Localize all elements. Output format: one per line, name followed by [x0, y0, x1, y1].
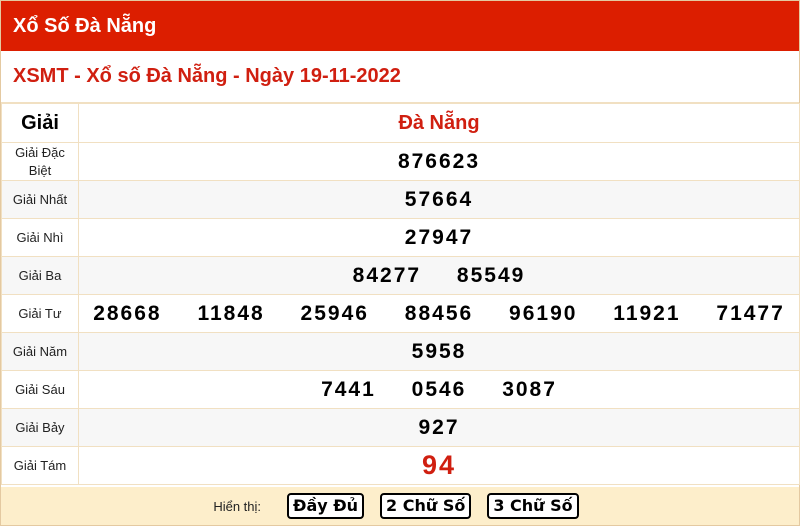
results-title-text: XSMT - Xổ số Đà Nẵng - Ngày 19-11-2022	[13, 65, 401, 87]
table-row: Giải Tư 28668 11848 25946 88456 96190 11…	[1, 294, 800, 333]
column-header-province: Đà Nẵng	[78, 103, 800, 143]
prize-number: 94	[421, 450, 457, 480]
display-label: Hiển thị:	[213, 498, 262, 514]
column-header-prize: Giải	[1, 103, 79, 143]
prize-label: Giải Sáu	[1, 370, 79, 409]
prize-numbers: 94	[78, 446, 800, 485]
show-2-digits-button[interactable]: 2 Chữ Số	[380, 493, 472, 519]
show-3-digits-button[interactable]: 3 Chữ Số	[487, 493, 579, 519]
prize-label: Giải Tư	[1, 294, 79, 333]
prize-label: Giải Đặc Biệt	[1, 142, 79, 181]
table-row: Giải Nhất 57664	[1, 180, 800, 219]
prize-number: 88456	[404, 301, 474, 325]
prize-number: 11848	[197, 301, 265, 325]
prize-numbers: 57664	[78, 180, 800, 219]
table-row: Giải Đặc Biệt 876623	[1, 142, 800, 181]
prize-number: 27947	[404, 225, 474, 249]
prize-number: 25946	[300, 301, 369, 325]
header-title: Xổ Số Đà Nẵng	[13, 14, 157, 37]
table-row: Giải Tám 94	[1, 446, 800, 485]
prize-number: 7441	[321, 377, 376, 401]
table-row: Giải Nhì 27947	[1, 218, 800, 257]
results-table: Giải Đà Nẵng Giải Đặc Biệt 876623 Giải N…	[1, 103, 800, 485]
prize-numbers: 27947	[78, 218, 800, 257]
prize-number: 11921	[613, 301, 681, 325]
prize-number: 96190	[509, 301, 578, 325]
prize-label: Giải Ba	[1, 256, 79, 295]
prize-label: Giải Nhất	[1, 180, 79, 219]
prize-number: 57664	[404, 187, 474, 211]
prize-label: Giải Nhì	[1, 218, 79, 257]
results-title: XSMT - Xổ số Đà Nẵng - Ngày 19-11-2022	[1, 51, 799, 103]
results-panel: Xổ Số Đà Nẵng XSMT - Xổ số Đà Nẵng - Ngà…	[0, 0, 800, 526]
table-row: Giải Ba 84277 85549	[1, 256, 800, 295]
prize-label: Giải Tám	[1, 446, 79, 485]
table-row: Giải Năm 5958	[1, 332, 800, 371]
prize-number: 71477	[716, 301, 785, 325]
table-row: Giải Bảy 927	[1, 408, 800, 447]
prize-number: 84277	[352, 263, 422, 287]
prize-number: 3087	[502, 377, 557, 401]
prize-numbers: 5958	[78, 332, 800, 371]
prize-number: 876623	[397, 149, 481, 173]
table-header-row: Giải Đà Nẵng	[1, 103, 800, 143]
prize-numbers: 7441 0546 3087	[78, 370, 800, 409]
display-options-bar: Hiển thị: Đầy Đủ 2 Chữ Số 3 Chữ Số	[1, 487, 799, 525]
page-header: Xổ Số Đà Nẵng	[1, 1, 799, 51]
prize-numbers: 84277 85549	[78, 256, 800, 295]
prize-numbers: 927	[78, 408, 800, 447]
prize-number: 85549	[456, 263, 526, 287]
prize-number: 927	[418, 415, 460, 439]
show-full-button[interactable]: Đầy Đủ	[287, 493, 365, 519]
prize-numbers: 876623	[78, 142, 800, 181]
prize-number: 0546	[411, 377, 467, 401]
prize-label: Giải Năm	[1, 332, 79, 371]
prize-number: 5958	[411, 339, 467, 363]
table-row: Giải Sáu 7441 0546 3087	[1, 370, 800, 409]
prize-label: Giải Bảy	[1, 408, 79, 447]
prize-number: 28668	[93, 301, 162, 325]
prize-numbers: 28668 11848 25946 88456 96190 11921 7147…	[78, 294, 800, 333]
